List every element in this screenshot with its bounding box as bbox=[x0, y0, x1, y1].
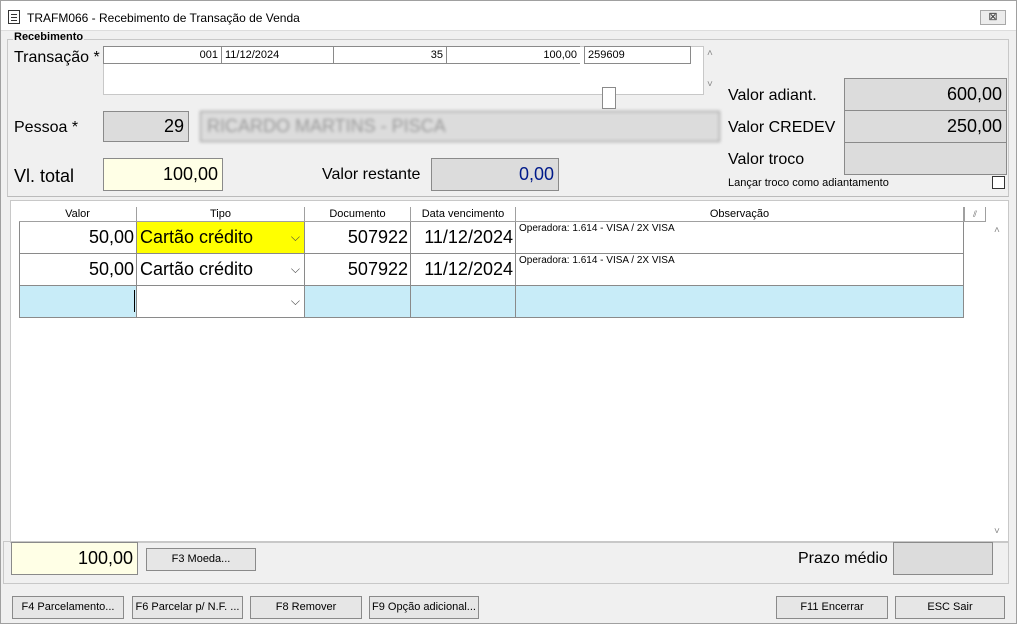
main-window: TRAFM066 - Recebimento de Transação de V… bbox=[0, 0, 1017, 624]
close-button[interactable]: ⊠ bbox=[980, 10, 1006, 25]
new-row-tipo[interactable]: ⌵ bbox=[137, 286, 305, 318]
vl-total-field[interactable]: 100,00 bbox=[103, 158, 223, 191]
opcao-adicional-button[interactable]: F9 Opção adicional... bbox=[369, 596, 479, 619]
row1-documento[interactable]: 507922 bbox=[305, 222, 411, 254]
new-row-valor[interactable] bbox=[19, 286, 137, 318]
row2-documento[interactable]: 507922 bbox=[305, 254, 411, 286]
valor-restante-field: 0,00 bbox=[431, 158, 559, 191]
row2-vencimento[interactable]: 11/12/2024 bbox=[411, 254, 516, 286]
transacao-id[interactable]: 259609 bbox=[584, 46, 691, 64]
sair-button[interactable]: ESC Sair bbox=[895, 596, 1005, 619]
lancar-troco-checkbox[interactable] bbox=[992, 176, 1005, 189]
pessoa-nome: RICARDO MARTINS - PISCA bbox=[200, 111, 720, 142]
row2-observacao[interactable]: Operadora: 1.614 - VISA / 2X VISA bbox=[516, 254, 964, 286]
row1-vencimento[interactable]: 11/12/2024 bbox=[411, 222, 516, 254]
valor-restante-label: Valor restante bbox=[322, 166, 421, 183]
moeda-button[interactable]: F3 Moeda... bbox=[146, 548, 256, 571]
parcelar-nf-button[interactable]: F6 Parcelar p/ N.F. ... bbox=[132, 596, 243, 619]
column-settings-icon[interactable]: ⫽ bbox=[964, 207, 986, 222]
row2-valor[interactable]: 50,00 bbox=[19, 254, 137, 286]
row1-observacao[interactable]: Operadora: 1.614 - VISA / 2X VISA bbox=[516, 222, 964, 254]
window-title: TRAFM066 - Recebimento de Transação de V… bbox=[27, 11, 300, 25]
column-header-tipo[interactable]: Tipo bbox=[137, 207, 305, 222]
row1-valor[interactable]: 50,00 bbox=[19, 222, 137, 254]
transacao-data[interactable]: 11/12/2024 bbox=[221, 46, 333, 64]
valor-credev-label: Valor CREDEV bbox=[728, 119, 836, 136]
new-row-documento[interactable] bbox=[305, 286, 411, 318]
row1-tipo[interactable]: Cartão crédito ⌵ bbox=[137, 222, 305, 254]
title-bar: TRAFM066 - Recebimento de Transação de V… bbox=[1, 1, 1016, 31]
column-header-documento[interactable]: Documento bbox=[305, 207, 411, 222]
prazo-medio-label: Prazo médio bbox=[798, 550, 888, 567]
remover-button[interactable]: F8 Remover bbox=[250, 596, 362, 619]
vl-total-label: Vl. total bbox=[14, 166, 75, 186]
valor-adiant-label: Valor adiant. bbox=[728, 87, 817, 104]
transacao-numero[interactable]: 35 bbox=[333, 46, 446, 64]
chevron-down-icon[interactable]: ˅ bbox=[994, 526, 1000, 537]
chevron-up-icon[interactable]: ˄ bbox=[994, 225, 1000, 236]
column-header-observacao[interactable]: Observação bbox=[516, 207, 964, 222]
parcelamento-button[interactable]: F4 Parcelamento... bbox=[12, 596, 124, 619]
row2-tipo[interactable]: Cartão crédito ⌵ bbox=[137, 254, 305, 286]
chevron-down-icon[interactable]: ⌵ bbox=[291, 222, 300, 252]
chevron-down-icon[interactable]: ⌵ bbox=[291, 254, 300, 284]
row2-tipo-text: Cartão crédito bbox=[140, 259, 254, 279]
chevron-down-icon[interactable]: ⌵ bbox=[291, 286, 300, 316]
soma-field: 100,00 bbox=[11, 542, 138, 575]
transacao-codigo[interactable]: 001 bbox=[103, 46, 221, 64]
column-header-vencimento[interactable]: Data vencimento bbox=[411, 207, 516, 222]
pessoa-codigo[interactable]: 29 bbox=[103, 111, 189, 142]
document-icon bbox=[8, 10, 20, 24]
text-cursor bbox=[134, 290, 135, 312]
new-row-observacao[interactable] bbox=[516, 286, 964, 318]
scroll-thumb[interactable] bbox=[602, 87, 616, 109]
encerrar-button[interactable]: F11 Encerrar bbox=[776, 596, 888, 619]
column-header-valor[interactable]: Valor bbox=[19, 207, 137, 222]
valor-credev-field: 250,00 bbox=[844, 110, 1007, 143]
chevron-down-icon[interactable]: ˅ bbox=[707, 79, 713, 90]
transacao-valor[interactable]: 100,00 bbox=[446, 46, 580, 64]
new-row-vencimento[interactable] bbox=[411, 286, 516, 318]
valor-troco-field bbox=[844, 142, 1007, 175]
transacao-label: Transação * bbox=[14, 49, 100, 66]
section-title: Recebimento bbox=[13, 31, 85, 43]
valor-troco-label: Valor troco bbox=[728, 151, 805, 168]
valor-adiant-field: 600,00 bbox=[844, 78, 1007, 111]
pessoa-label: Pessoa * bbox=[14, 119, 79, 136]
grid-scrollbar[interactable]: ˄ ˅ bbox=[991, 222, 1007, 543]
lancar-troco-label: Lançar troco como adiantamento bbox=[728, 177, 889, 189]
row1-tipo-text: Cartão crédito bbox=[140, 227, 254, 247]
transacao-scrollbar[interactable]: ˄ ˅ bbox=[704, 46, 720, 95]
chevron-up-icon[interactable]: ˄ bbox=[707, 48, 713, 59]
prazo-medio-field bbox=[893, 542, 993, 575]
